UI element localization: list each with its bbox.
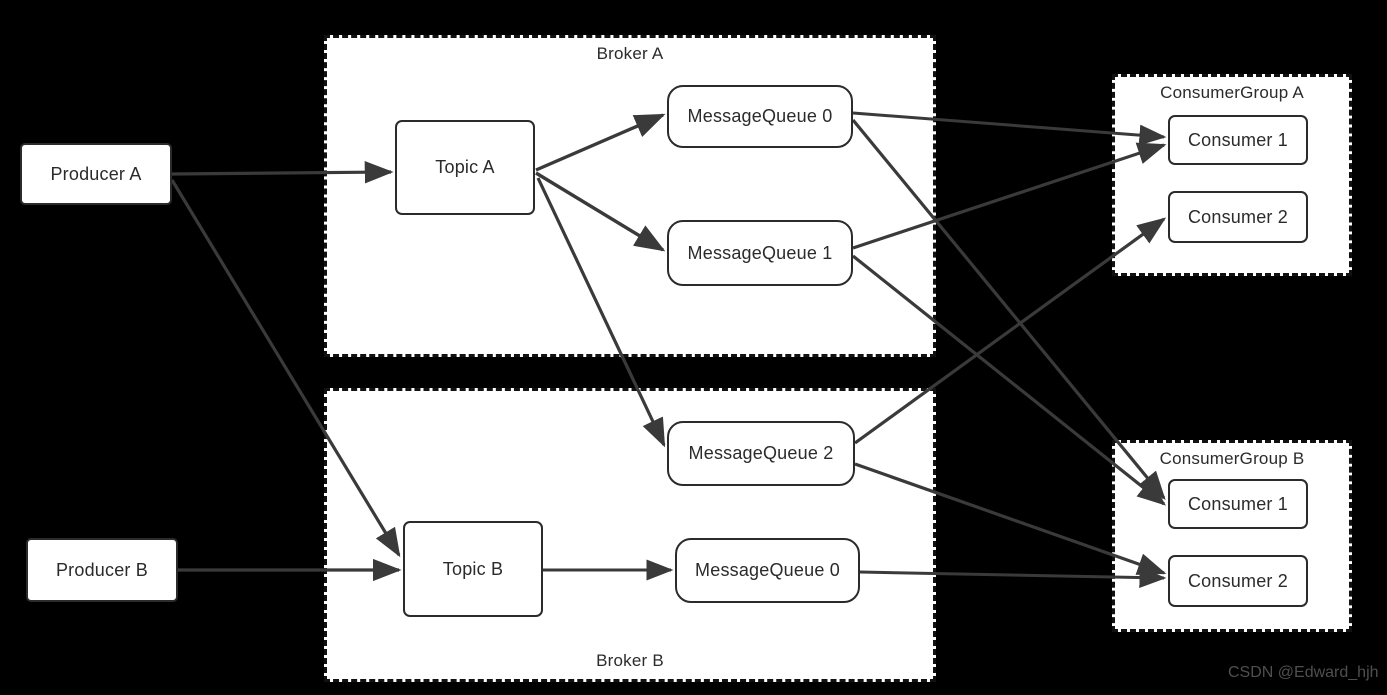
topic-a-label: Topic A	[435, 157, 495, 177]
cgb-consumer-2-label: Consumer 2	[1187, 570, 1289, 591]
mq-a-0[interactable]: MessageQueue 0	[667, 85, 853, 148]
mq-a-1-label: MessageQueue 1	[687, 242, 833, 263]
broker-a-label: Broker A	[596, 44, 664, 63]
cga-consumer-2-label: Consumer 2	[1187, 206, 1289, 227]
cgb-consumer-1[interactable]: Consumer 1	[1168, 479, 1308, 529]
producer-b[interactable]: Producer B	[26, 538, 178, 602]
broker-b-label: Broker B	[596, 651, 664, 670]
mq-a-1[interactable]: MessageQueue 1	[667, 220, 853, 286]
topic-b[interactable]: Topic B	[403, 521, 543, 617]
consumergroup-b-label: ConsumerGroup B	[1159, 449, 1305, 468]
mq-b-2-label: MessageQueue 2	[688, 443, 834, 463]
cga-consumer-2[interactable]: Consumer 2	[1168, 191, 1308, 243]
cgb-consumer-2[interactable]: Consumer 2	[1168, 555, 1308, 607]
producer-a[interactable]: Producer A	[20, 143, 172, 205]
watermark: CSDN @Edward_hjh	[1228, 664, 1379, 681]
producer-b-label: Producer B	[55, 559, 149, 580]
container-consumergroup-a: ConsumerGroup A	[1112, 74, 1352, 276]
mq-b-0[interactable]: MessageQueue 0	[675, 538, 860, 603]
diagram-canvas: Broker A Broker B ConsumerGroup A ConsumerG…	[0, 0, 1387, 695]
mq-b-2[interactable]: MessageQueue 2	[667, 421, 855, 486]
mq-b-0-label: MessageQueue 0	[695, 560, 840, 580]
cga-consumer-1[interactable]: Consumer 1	[1168, 115, 1308, 165]
topic-a[interactable]: Topic A	[395, 120, 535, 215]
mq-a-0-label: MessageQueue 0	[687, 106, 833, 126]
cgb-consumer-1-label: Consumer 1	[1187, 493, 1289, 514]
consumergroup-a-label: ConsumerGroup A	[1160, 83, 1304, 102]
producer-a-label: Producer A	[50, 163, 142, 184]
cga-consumer-1-label: Consumer 1	[1187, 129, 1289, 150]
topic-b-label: Topic B	[442, 558, 504, 579]
